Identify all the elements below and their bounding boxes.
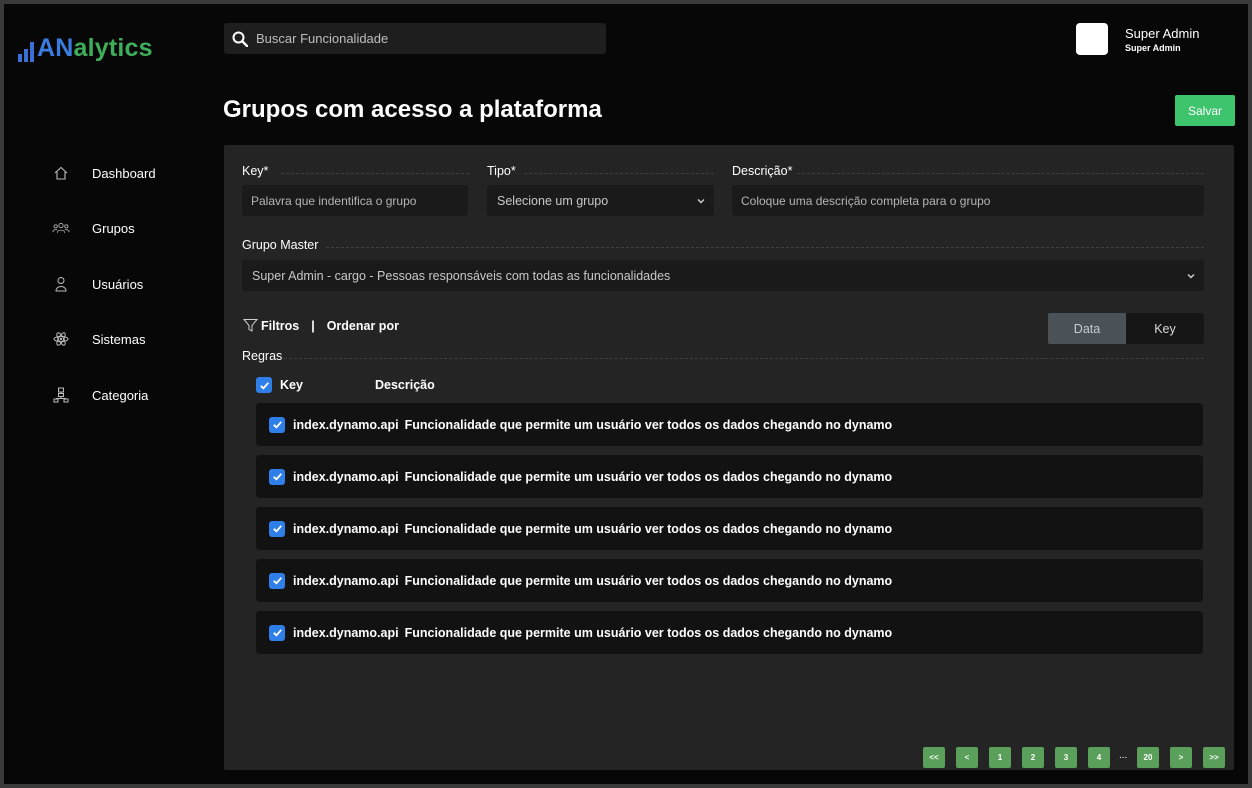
regras-label: Regras <box>242 349 283 363</box>
rule-checkbox[interactable] <box>269 520 285 537</box>
header-description: Descrição <box>375 378 435 392</box>
logo-text: ANalytics <box>37 34 153 62</box>
rule-checkbox[interactable] <box>269 572 285 589</box>
sidebar-item-categoria[interactable]: Categoria <box>52 385 148 405</box>
sort-by-data-button[interactable]: Data <box>1048 313 1126 344</box>
grupo-master-select[interactable]: Super Admin - cargo - Pessoas responsáve… <box>242 260 1204 291</box>
sort-by-key-button[interactable]: Key <box>1126 313 1204 344</box>
key-label: Key* <box>242 164 269 178</box>
rule-row[interactable]: index.dynamo.api Funcionalidade que perm… <box>256 403 1203 446</box>
user-icon <box>52 275 70 293</box>
sidebar-item-sistemas[interactable]: Sistemas <box>52 329 145 349</box>
check-icon <box>272 629 282 637</box>
rule-description: Funcionalidade que permite um usuário ve… <box>404 469 893 484</box>
prev-page-button[interactable]: < <box>956 747 978 768</box>
check-icon <box>272 473 282 481</box>
rule-checkbox[interactable] <box>269 624 285 641</box>
rule-key: index.dynamo.api <box>293 417 399 432</box>
divider <box>797 173 1204 174</box>
check-icon <box>272 577 282 585</box>
page-button[interactable]: 2 <box>1022 747 1044 768</box>
search-icon <box>232 31 248 47</box>
avatar[interactable] <box>1076 23 1108 55</box>
atom-icon <box>52 330 70 348</box>
ordenar-por-link[interactable]: Ordenar por <box>327 319 399 333</box>
logo-bars-icon <box>18 42 34 62</box>
separator: | <box>311 318 315 333</box>
page-button[interactable]: 4 <box>1088 747 1110 768</box>
sidebar-item-label: Usuários <box>92 276 144 292</box>
sidebar-item-label: Dashboard <box>92 165 156 181</box>
rule-checkbox[interactable] <box>269 416 285 433</box>
home-icon <box>52 164 70 182</box>
descricao-label: Descrição* <box>732 164 793 178</box>
first-page-button[interactable]: << <box>923 747 945 768</box>
rule-key: index.dynamo.api <box>293 625 399 640</box>
check-icon <box>259 381 269 390</box>
filtros-link[interactable]: Filtros <box>261 319 299 333</box>
logo-text-a: AN <box>37 34 74 62</box>
tipo-select-value: Selecione um grupo <box>497 193 609 208</box>
app-window: ANalytics Super Admin Super Admin Grupos… <box>4 4 1248 784</box>
filters-bar: Filtros | Ordenar por <box>243 318 399 333</box>
last-page-button[interactable]: >> <box>1203 747 1225 768</box>
page-button[interactable]: 20 <box>1137 747 1159 768</box>
grupo-master-select-value: Super Admin - cargo - Pessoas responsáve… <box>252 268 671 283</box>
page-button[interactable]: 1 <box>989 747 1011 768</box>
rule-row[interactable]: index.dynamo.api Funcionalidade que perm… <box>256 611 1203 654</box>
rule-key: index.dynamo.api <box>293 573 399 588</box>
divider <box>326 247 1204 248</box>
rule-key: index.dynamo.api <box>293 521 399 536</box>
descricao-input[interactable] <box>732 185 1204 216</box>
pagination: << < 1 2 3 4 ... 20 > >> <box>923 747 1227 768</box>
sort-toggle[interactable]: Data Key <box>1048 313 1204 344</box>
group-form-panel: Key* Tipo* Selecione um grupo Descrição*… <box>224 145 1234 770</box>
user-role: Super Admin <box>1125 43 1181 53</box>
pagination-ellipsis: ... <box>1119 750 1128 761</box>
check-icon <box>272 421 282 429</box>
rule-description: Funcionalidade que permite um usuário ve… <box>404 573 893 588</box>
rule-description: Funcionalidade que permite um usuário ve… <box>404 521 893 536</box>
logo: ANalytics <box>18 28 153 62</box>
divider <box>524 173 714 174</box>
tipo-select[interactable]: Selecione um grupo <box>487 185 714 216</box>
rule-description: Funcionalidade que permite um usuário ve… <box>404 625 893 640</box>
rule-row[interactable]: index.dynamo.api Funcionalidade que perm… <box>256 559 1203 602</box>
users-icon <box>52 219 70 237</box>
header-key: Key <box>280 378 303 392</box>
check-icon <box>272 525 282 533</box>
key-input[interactable] <box>242 185 468 216</box>
rule-key: index.dynamo.api <box>293 469 399 484</box>
next-page-button[interactable]: > <box>1170 747 1192 768</box>
page-button[interactable]: 3 <box>1055 747 1077 768</box>
sidebar-item-label: Sistemas <box>92 331 146 347</box>
user-name: Super Admin <box>1125 26 1200 41</box>
page-title: Grupos com acesso a plataforma <box>223 96 602 123</box>
rule-row[interactable]: index.dynamo.api Funcionalidade que perm… <box>256 455 1203 498</box>
sidebar-item-usuarios[interactable]: Usuários <box>52 274 143 294</box>
sidebar-item-label: Grupos <box>92 220 135 236</box>
sidebar-item-label: Categoria <box>92 387 149 403</box>
select-all-checkbox[interactable] <box>256 377 272 393</box>
rules-header: Key Descrição <box>256 377 435 393</box>
chevron-down-icon <box>697 198 705 203</box>
search-bar[interactable] <box>224 23 606 54</box>
rule-row[interactable]: index.dynamo.api Funcionalidade que perm… <box>256 507 1203 550</box>
hierarchy-icon <box>52 386 70 404</box>
rule-checkbox[interactable] <box>269 468 285 485</box>
divider <box>281 173 469 174</box>
chevron-down-icon <box>1187 273 1195 278</box>
sidebar-item-dashboard[interactable]: Dashboard <box>52 163 156 183</box>
search-input[interactable] <box>256 31 576 46</box>
sidebar-item-grupos[interactable]: Grupos <box>52 218 135 238</box>
grupo-master-label: Grupo Master <box>242 238 319 252</box>
rule-description: Funcionalidade que permite um usuário ve… <box>404 417 893 432</box>
save-button[interactable]: Salvar <box>1175 95 1235 126</box>
filter-icon[interactable] <box>243 318 258 333</box>
divider <box>284 358 1204 359</box>
logo-text-b: alytics <box>73 34 153 62</box>
tipo-label: Tipo* <box>487 164 516 178</box>
